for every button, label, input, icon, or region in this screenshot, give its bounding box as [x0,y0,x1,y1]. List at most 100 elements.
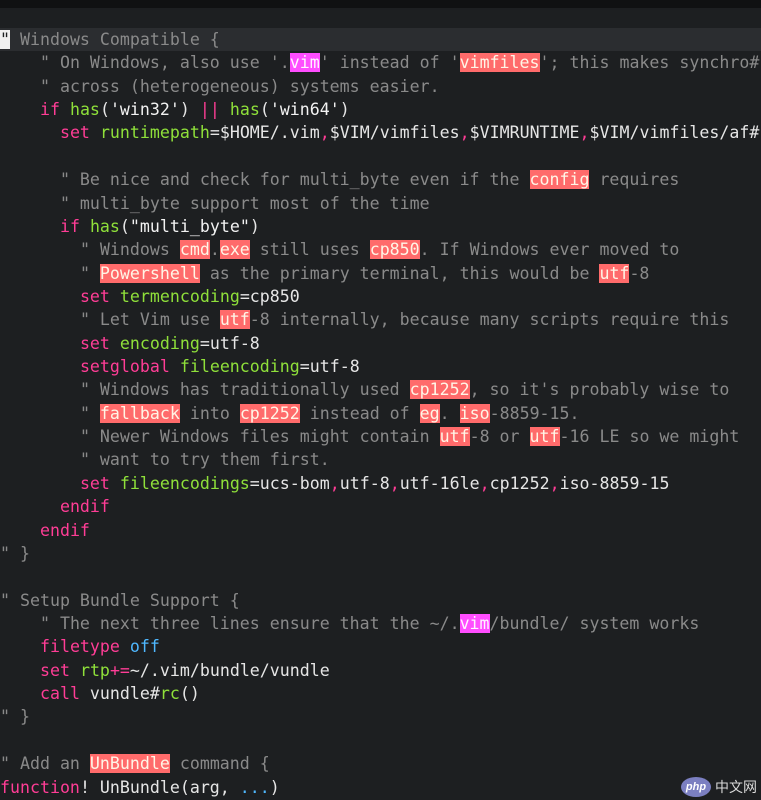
code-token: ~/.vim/bundle/vundle [129,660,330,680]
code-token: , [579,123,590,143]
code-token: ) [179,100,200,120]
code-line[interactable] [0,729,761,752]
code-line[interactable]: " Let Vim use utf-8 internally, because … [0,308,761,331]
code-line[interactable]: filetype off [0,635,761,658]
code-line[interactable]: " } [0,705,761,728]
code-line[interactable]: " want to try them first. [0,448,761,471]
code-token: () [179,684,200,704]
code-token: endif [59,497,110,517]
code-line[interactable]: " Newer Windows files might contain utf-… [0,425,761,448]
code-token: encoding [119,333,200,353]
window-top-bar [0,0,761,8]
code-token: $VIMRUNTIME [469,123,580,143]
code-token: " Be nice and check for multi_byte even … [59,170,530,190]
code-line[interactable]: if has('win32') || has('win64') [0,98,761,121]
code-token: cp1252 [409,380,470,400]
code-token: " The next three lines ensure that the ~… [39,613,460,633]
code-token: utf [599,263,630,283]
code-line[interactable]: endif [0,519,761,542]
code-line[interactable]: setglobal fileencoding=utf-8 [0,355,761,378]
code-token: $VIM/vimfiles/af# [589,123,760,143]
code-token: iso-8859-15 [559,473,670,493]
code-line[interactable]: set runtimepath=$HOME/.vim,$VIM/vimfiles… [0,121,761,144]
code-line[interactable] [0,565,761,588]
code-token: , so it's probably wise to [469,380,730,400]
code-token: vundle# [79,684,160,704]
code-token: utf-16le [399,473,480,493]
code-token: set [79,333,110,353]
code-token: " [79,263,100,283]
code-token: instead of [299,403,420,423]
code-line[interactable]: " On Windows, also use '.vim' instead of… [0,51,761,74]
code-line[interactable]: set encoding=utf-8 [0,332,761,355]
code-line[interactable]: if has("multi_byte") [0,215,761,238]
code-line[interactable]: call vundle#rc() [0,682,761,705]
code-token: ( [99,100,110,120]
code-line[interactable]: " } [0,542,761,565]
code-line[interactable]: " across (heterogeneous) systems easier. [0,75,761,98]
code-line[interactable]: " The next three lines ensure that the ~… [0,612,761,635]
code-token: endif [39,520,90,540]
code-token: call [39,684,80,704]
code-line[interactable]: " Add an UnBundle command { [0,752,761,775]
vim-editor[interactable]: " Windows Compatible { " On Windows, als… [0,0,761,800]
code-token: ... [239,777,270,797]
code-line[interactable]: set termencoding=cp850 [0,285,761,308]
code-line[interactable] [0,145,761,168]
text-cursor: " [0,30,10,49]
code-line[interactable]: " Windows Compatible { [0,28,761,51]
code-token: "multi_byte" [129,216,250,236]
code-token: . [209,240,220,260]
code-token: , [549,473,560,493]
code-line[interactable]: " Be nice and check for multi_byte even … [0,168,761,191]
code-token: vim [459,613,490,633]
code-token: requires [589,170,680,190]
code-line[interactable]: " Setup Bundle Support { [0,589,761,612]
code-token: -8859-15. [489,403,580,423]
code-line[interactable]: set rtp+=~/.vim/bundle/vundle [0,659,761,682]
code-token: " } [0,543,30,563]
code-token: command { [169,754,270,774]
code-line[interactable]: function! UnBundle(arg, ...) [0,776,761,799]
code-token: " On Windows, also use '. [39,53,290,73]
code-line[interactable]: endif [0,495,761,518]
code-token: =ucs-bom [249,473,330,493]
code-token: " want to try them first. [79,450,330,470]
code-token: utf [439,427,470,447]
code-line[interactable]: " multi_byte support most of the time [0,192,761,215]
code-token: vim [289,53,320,73]
code-token: has [89,216,120,236]
code-token: ! UnBundle(arg, [79,777,240,797]
code-line[interactable]: " fallback into cp1252 instead of eg. is… [0,402,761,425]
code-line[interactable]: set fileencodings=ucs-bom,utf-8,utf-16le… [0,472,761,495]
code-token: cmd [179,240,210,260]
code-token: " Setup Bundle Support { [0,590,240,610]
code-token: set [79,473,110,493]
code-line[interactable]: " Windows cmd.exe still uses cp850. If W… [0,238,761,261]
code-token: " Windows has traditionally used [79,380,410,400]
code-line[interactable]: " Windows has traditionally used cp1252,… [0,378,761,401]
code-token: Windows Compatible { [10,30,220,49]
code-line[interactable]: " Powershell as the primary terminal, th… [0,262,761,285]
code-token: " Add an [0,754,90,774]
code-buffer[interactable]: " Windows Compatible { " On Windows, als… [0,28,761,799]
code-token: set [39,660,70,680]
code-token: utf [529,427,560,447]
code-token: function [0,777,80,797]
code-token: eg [419,403,440,423]
code-token: runtimepath [99,123,210,143]
code-token: rtp [79,660,110,680]
code-token: config [529,170,590,190]
php-logo-icon: php [681,777,711,797]
